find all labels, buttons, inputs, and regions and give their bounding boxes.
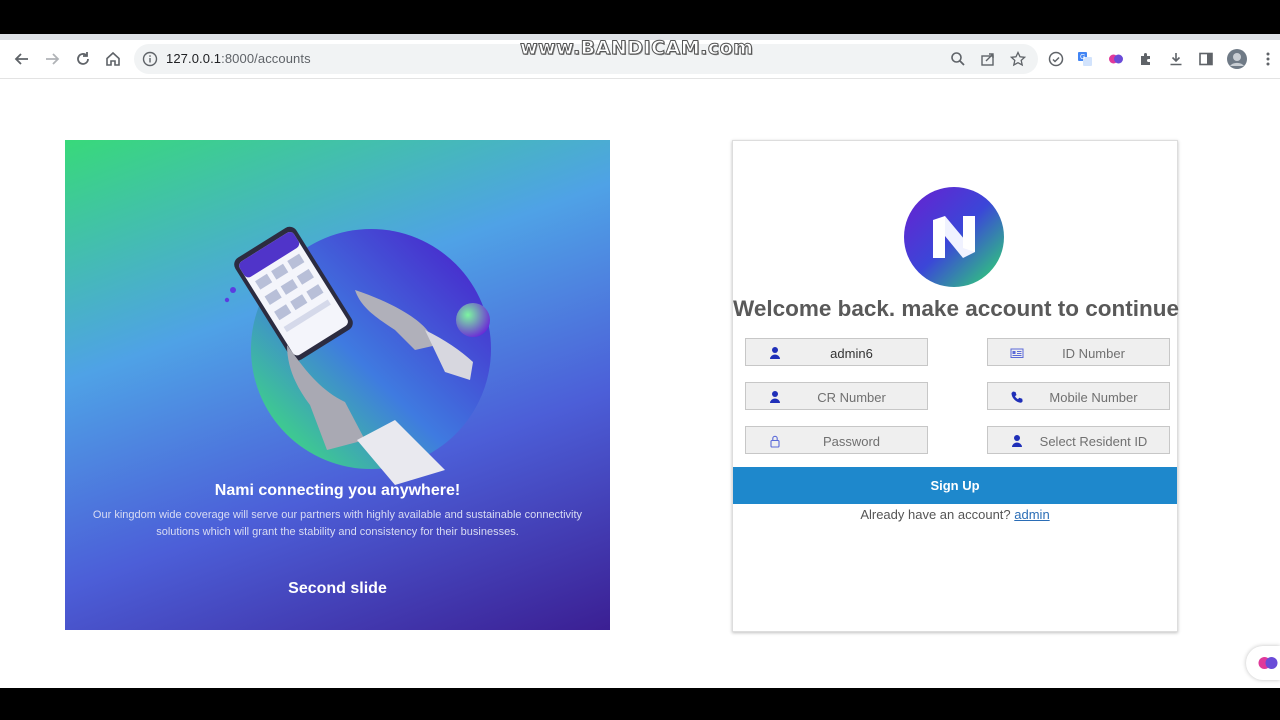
password-placeholder: Password [822,434,881,449]
welcome-heading: Welcome back. make account to continue [733,296,1179,321]
translate-icon[interactable]: G [1073,47,1097,71]
slide-caption: Second slide [288,580,387,597]
mobile-number-field[interactable]: Mobile Number [987,382,1170,410]
home-icon[interactable] [101,47,125,71]
info-icon[interactable] [142,51,158,67]
slide-heading: Nami connecting you anywhere! [214,482,461,499]
brain-extension-icon[interactable] [1104,47,1128,71]
forward-icon[interactable] [40,47,64,71]
slide-description: Our kingdom wide coverage will serve our… [92,509,583,538]
back-icon[interactable] [10,47,34,71]
nami-logo [903,186,1005,288]
id-number-field[interactable]: ID Number [987,338,1170,366]
sign-up-button[interactable]: Sign Up [733,467,1177,504]
extensions-puzzle-icon[interactable] [1134,47,1158,71]
share-icon[interactable] [976,47,1000,71]
svg-text:G: G [1080,54,1085,61]
signup-card: Welcome back. make account to continue a… [732,140,1179,632]
login-prompt-text: Already have an account? [860,507,1011,522]
download-icon[interactable] [1164,47,1188,71]
cr-number-field[interactable]: CR Number [745,382,928,410]
reload-icon[interactable] [71,47,95,71]
login-link[interactable]: admin [1014,507,1049,522]
username-field[interactable]: admin6 [745,338,928,366]
resident-id-placeholder: Select Resident ID [1039,434,1148,449]
login-prompt: Already have an account? admin [733,507,1177,522]
extension-check-icon[interactable] [1044,47,1068,71]
zoom-icon[interactable] [946,47,970,71]
recording-watermark: www.BANDICAM.com [519,37,754,60]
mobile-number-placeholder: Mobile Number [1049,390,1138,405]
profile-avatar-icon[interactable] [1225,47,1249,71]
hero-carousel[interactable]: Nami connecting you anywhere! Our kingdo… [65,140,610,630]
password-field[interactable]: Password [745,426,928,454]
bookmark-star-icon[interactable] [1006,47,1030,71]
resident-id-select[interactable]: Select Resident ID [987,426,1170,454]
id-number-placeholder: ID Number [1062,346,1125,361]
username-value: admin6 [830,346,873,361]
url-text: 127.0.0.1:8000/accounts [166,51,311,66]
hero-illustration [224,226,491,485]
brain-icon [1258,657,1278,669]
cr-number-placeholder: CR Number [817,390,886,405]
side-panel-icon[interactable] [1194,47,1218,71]
floating-extension-button[interactable] [1246,646,1280,680]
menu-kebab-icon[interactable] [1256,47,1280,71]
